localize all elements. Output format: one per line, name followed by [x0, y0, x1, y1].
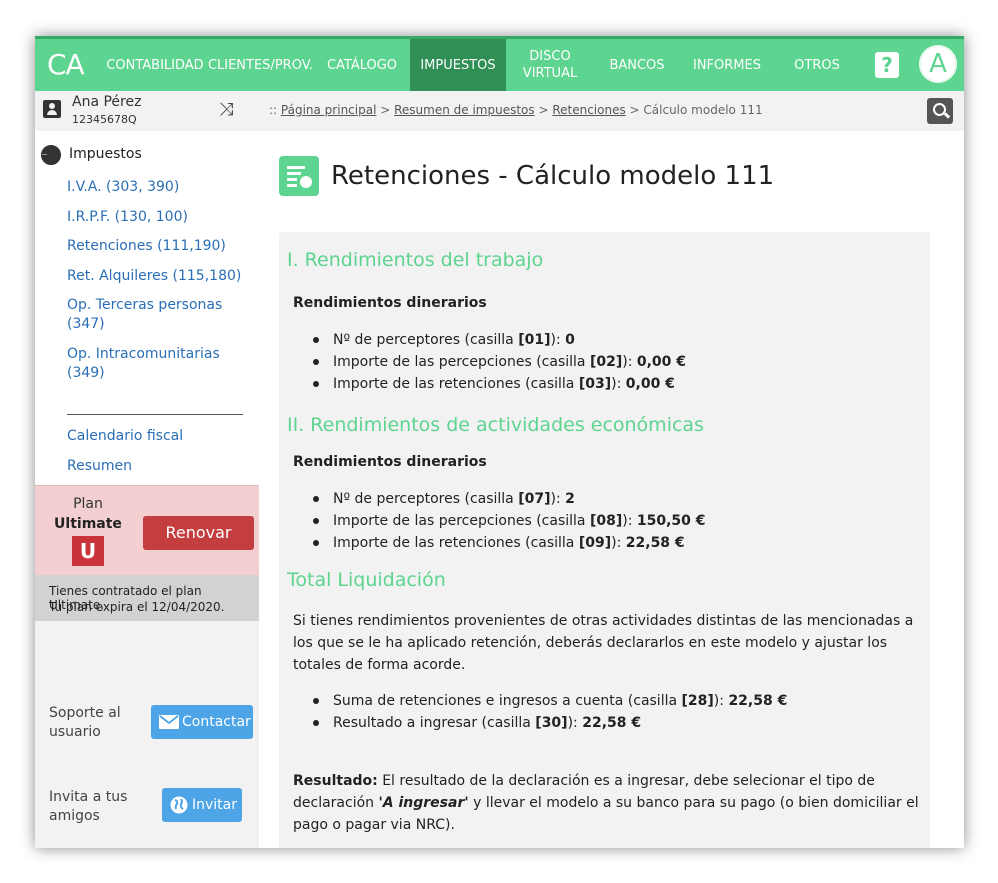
support-label-line2: usuario — [49, 724, 101, 740]
subtitle-dinerarios-2: Rendimientos dinerarios — [293, 454, 487, 470]
list-item: Nº de perceptores (casilla [01]): 0 — [313, 329, 686, 351]
tax-document-icon — [279, 156, 319, 196]
sidebar-item-irpf[interactable]: I.R.P.F. (130, 100) — [67, 208, 257, 227]
invite-button[interactable]: Invitar — [162, 788, 242, 822]
section-title-total: Total Liquidación — [287, 569, 446, 591]
invite-button-label: Invitar — [192, 797, 238, 813]
list-total: Suma de retenciones e ingresos a cuenta … — [313, 690, 787, 734]
plan-info-line2: Tu plan expira el 12/04/2020. — [49, 600, 225, 614]
app-logo[interactable]: CA — [47, 48, 85, 81]
mail-icon — [159, 715, 179, 729]
globe-icon — [170, 796, 188, 814]
main-content: Retenciones - Cálculo modelo 111 I. Rend… — [259, 131, 964, 848]
sidebar-divider — [67, 414, 243, 415]
nav-disco-virtual-line2: VIRTUAL — [522, 66, 578, 81]
sidebar-item-terceras-personas[interactable]: Op. Terceras personas (347) — [67, 296, 227, 334]
list-item: Importe de las percepciones (casilla [08… — [313, 510, 706, 532]
plan-info: Tienes contratado el plan Ultimate. Tu p… — [35, 575, 259, 621]
contact-button-label: Contactar — [182, 714, 251, 730]
sidebar-item-retenciones[interactable]: Retenciones (111,190) — [67, 237, 257, 256]
breadcrumb-sep: > — [625, 103, 644, 117]
plan-badge-icon: U — [72, 536, 104, 566]
app-window: CA CONTABILIDAD CLIENTES/PROV. CATÁLOGO … — [35, 36, 964, 848]
help-icon[interactable]: ? — [875, 52, 899, 78]
list-trabajo: Nº de perceptores (casilla [01]): 0 Impo… — [313, 329, 686, 395]
nav-informes[interactable]: INFORMES — [680, 39, 774, 91]
user-card-icon — [43, 100, 61, 118]
list-item: Importe de las percepciones (casilla [02… — [313, 351, 686, 373]
switch-company-icon[interactable]: ⤨ — [219, 99, 233, 120]
sidebar-section-title: Impuestos — [69, 146, 142, 162]
plan-label: Plan — [73, 496, 103, 512]
content-panel: I. Rendimientos del trabajo Rendimientos… — [279, 232, 930, 848]
user-name: Ana Pérez — [72, 94, 142, 110]
breadcrumb-current: Cálculo modelo 111 — [643, 103, 763, 117]
list-item: Importe de las retenciones (casilla [03]… — [313, 373, 686, 395]
list-item: Importe de las retenciones (casilla [09]… — [313, 532, 706, 554]
support-label-line1: Soporte al — [49, 705, 121, 721]
invite-label-line2: amigos — [49, 808, 100, 824]
sidebar: Ana Pérez 12345678Q ⤨ Impuestos I.V.A. (… — [35, 91, 259, 848]
invite-label: Invita a tus amigos — [49, 788, 127, 826]
breadcrumb-home[interactable]: Página principal — [281, 103, 377, 117]
total-description: Si tienes rendimientos provenientes de o… — [293, 613, 914, 673]
plan-name: Ultimate — [54, 516, 122, 532]
nav-bancos[interactable]: BANCOS — [594, 39, 680, 91]
subtitle-dinerarios-1: Rendimientos dinerarios — [293, 295, 487, 311]
nav-impuestos[interactable]: IMPUESTOS — [410, 39, 506, 91]
invite-label-line1: Invita a tus — [49, 789, 128, 805]
page-title: Retenciones - Cálculo modelo 111 — [331, 161, 775, 191]
renew-button[interactable]: Renovar — [143, 516, 254, 550]
sidebar-item-intracomunitarias[interactable]: Op. Intracomunitarias (349) — [67, 345, 257, 383]
nav-clientes-prov[interactable]: CLIENTES/PROV. — [207, 39, 314, 91]
breadcrumb-retenciones[interactable]: Retenciones — [552, 103, 625, 117]
sidebar-item-calendario[interactable]: Calendario fiscal — [67, 427, 257, 446]
support-label: Soporte al usuario — [49, 704, 121, 742]
section-title-trabajo: I. Rendimientos del trabajo — [287, 249, 544, 271]
sidebar-item-ret-alquileres[interactable]: Ret. Alquileres (115,180) — [67, 267, 257, 286]
breadcrumb-prefix: :: — [269, 103, 281, 117]
nav-catalogo[interactable]: CATÁLOGO — [314, 39, 410, 91]
sidebar-item-iva[interactable]: I.V.A. (303, 390) — [67, 178, 257, 197]
sidebar-menu: Impuestos I.V.A. (303, 390) I.R.P.F. (13… — [35, 131, 259, 485]
breadcrumb-resumen[interactable]: Resumen de impuestos — [394, 103, 535, 117]
result-note: Resultado: El resultado de la declaració… — [293, 773, 919, 833]
breadcrumb-sep: > — [376, 103, 395, 117]
breadcrumb-bar: :: Página principal > Resumen de impuest… — [259, 91, 964, 131]
section-title-actividades: II. Rendimientos de actividades económic… — [287, 414, 704, 436]
search-icon[interactable] — [927, 98, 953, 124]
breadcrumb-sep: > — [534, 103, 553, 117]
breadcrumb: :: Página principal > Resumen de impuest… — [269, 103, 763, 117]
nav-disco-virtual[interactable]: DISCO VIRTUAL — [506, 39, 594, 91]
user-panel: Ana Pérez 12345678Q ⤨ — [35, 91, 259, 131]
pie-chart-icon — [41, 145, 61, 165]
contact-button[interactable]: Contactar — [151, 705, 253, 739]
nav-contabilidad[interactable]: CONTABILIDAD — [103, 39, 207, 91]
list-item: Suma de retenciones e ingresos a cuenta … — [313, 690, 787, 712]
list-item: Resultado a ingresar (casilla [30]): 22,… — [313, 712, 787, 734]
list-item: Nº de perceptores (casilla [07]): 2 — [313, 488, 706, 510]
avatar[interactable]: A — [919, 45, 957, 83]
plan-box: Plan Ultimate U Renovar — [35, 485, 259, 576]
list-actividades: Nº de perceptores (casilla [07]): 2 Impo… — [313, 488, 706, 554]
top-nav-bar: CA CONTABILIDAD CLIENTES/PROV. CATÁLOGO … — [35, 36, 964, 91]
nav-disco-virtual-line1: DISCO — [529, 49, 571, 64]
user-id: 12345678Q — [72, 113, 137, 126]
nav-otros[interactable]: OTROS — [774, 39, 860, 91]
sidebar-item-resumen[interactable]: Resumen — [67, 457, 257, 476]
